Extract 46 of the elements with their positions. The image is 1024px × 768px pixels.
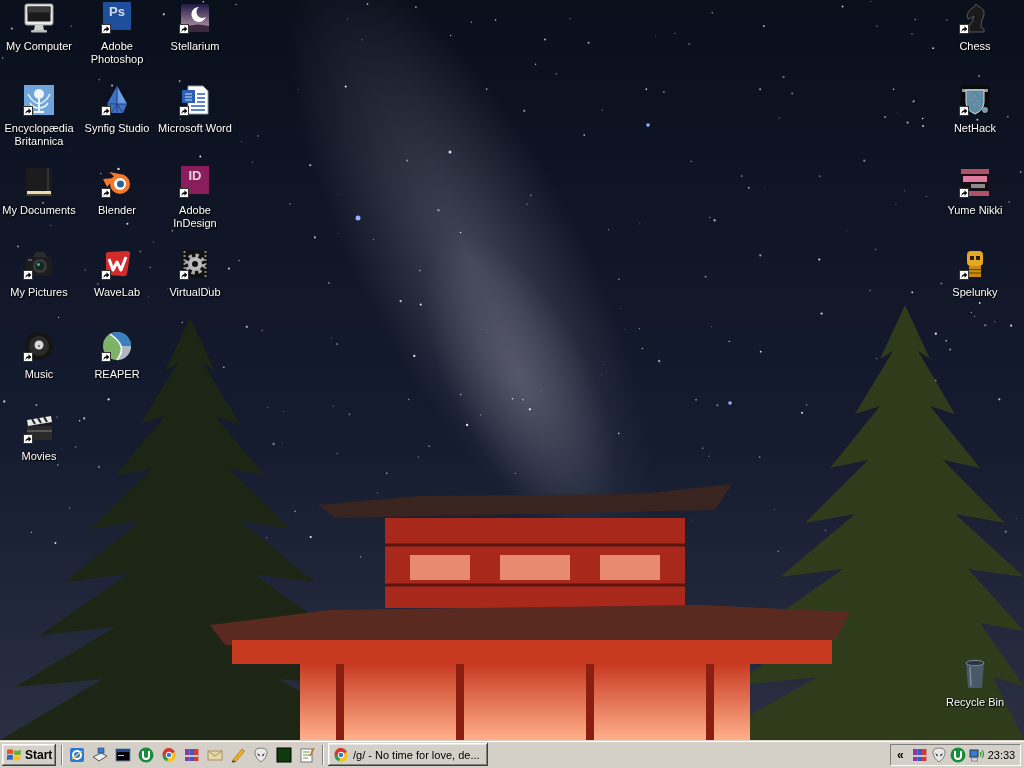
desktop-icon[interactable]: Recycle Bin (945, 656, 1005, 709)
desktop-icon[interactable]: VirtualDub (169, 246, 221, 299)
circle-logo-icon[interactable] (949, 746, 966, 763)
vinyl-disc-icon (23, 330, 55, 362)
desktop-icon[interactable]: My Pictures (10, 246, 68, 299)
flag-logo-icon (6, 746, 22, 763)
clock: 23:33 (987, 748, 1016, 761)
document-icon (179, 84, 211, 116)
desktop-icon[interactable]: Movies (21, 410, 57, 463)
swirl-page-icon[interactable] (69, 746, 85, 763)
ball-logo-icon (333, 746, 349, 763)
start-button[interactable]: Start (2, 743, 56, 766)
desktop-icon[interactable]: WaveLab (93, 246, 141, 299)
network-computer-icon[interactable] (968, 746, 985, 763)
letter-tile-logo: ID (181, 166, 209, 194)
desktop-icon[interactable]: Synfig Studio (84, 82, 150, 135)
alien-head-icon[interactable] (930, 746, 947, 763)
desktop-icon[interactable]: My Documents (2, 164, 76, 217)
task-button[interactable]: /g/ - No time for love, de... (328, 743, 488, 766)
notepad-icon[interactable] (299, 746, 315, 763)
stacked-books-icon[interactable] (911, 746, 928, 763)
desktop-icon[interactable]: Microsoft Word (158, 82, 232, 135)
desktop-icon[interactable]: Ps Adobe Photoshop (79, 0, 155, 66)
desktop-icon[interactable]: REAPER (94, 328, 140, 381)
thistle-icon (23, 84, 55, 116)
alien-head-icon[interactable] (253, 746, 269, 763)
desktop-icon[interactable]: Blender (98, 164, 136, 217)
desk-icon[interactable] (92, 746, 108, 763)
crescent-moon-icon (179, 2, 211, 34)
desktop-icon[interactable]: NetHack (953, 82, 997, 135)
desktop-icon[interactable]: Spelunky (952, 246, 998, 299)
console-icon[interactable] (115, 746, 131, 763)
desktop-icon[interactable]: Music (23, 328, 55, 381)
circle-logo-icon[interactable] (138, 746, 154, 763)
pixel-sign-icon (959, 166, 991, 198)
letter-tile-logo: Ps (103, 2, 131, 30)
desktop-icon[interactable]: Chess (959, 0, 991, 53)
dark-tile-icon[interactable] (276, 746, 292, 763)
desktop-icon[interactable]: My Computer (6, 0, 72, 53)
ball-logo-icon[interactable] (161, 746, 177, 763)
stacked-books-icon[interactable] (184, 746, 200, 763)
desktop-icon[interactable]: Yume Nikki (947, 164, 1003, 217)
desktop-icon[interactable]: Stellarium (170, 0, 220, 53)
shield-icon (959, 84, 991, 116)
desktop-icon[interactable]: ID Adobe InDesign (157, 164, 233, 230)
desktop-icon[interactable]: Encyclopædia Britannica (1, 82, 77, 148)
